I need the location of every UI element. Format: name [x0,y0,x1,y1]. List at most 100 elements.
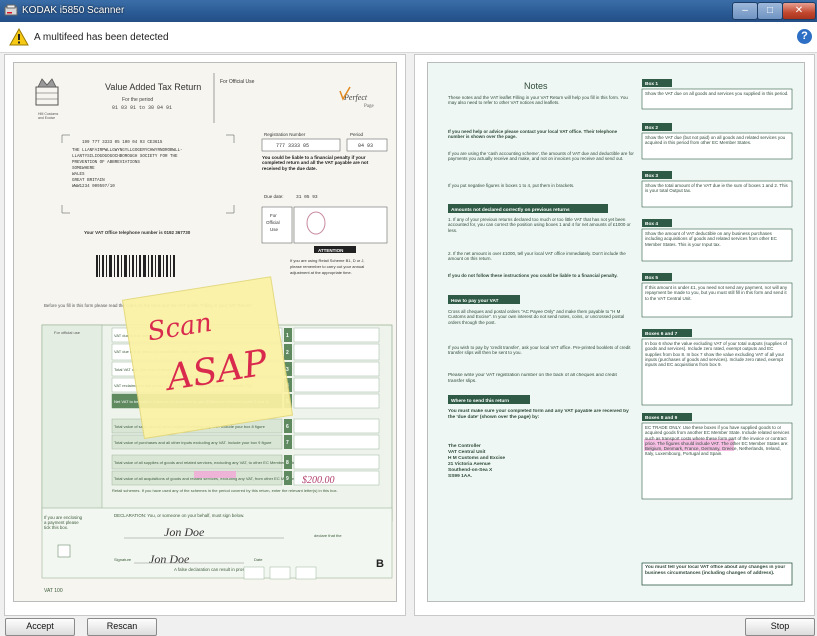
declaration-heading: DECLARATION: You, or someone on your beh… [114,513,244,518]
box-description: Show the amount of VAT deductible on any… [645,231,777,247]
svg-text:For: For [270,213,277,218]
address-line: THE LLANFAIRPWLLGWYNGYLLGOGERYCHWYRNDROB… [72,149,183,153]
vat-row-label: Total value of all supplies of goods and… [114,460,297,465]
address-line: WWW1234 009597/10 [72,184,115,189]
section-previous-returns: Amounts not declared correctly on previo… [451,207,570,213]
notes-intro: These notes and the VAT leaflet Filling … [448,95,628,106]
warning-icon [9,28,29,46]
rescan-button[interactable]: Rescan [87,618,157,636]
section2-para1: Cross all cheques and postal orders "AC … [448,309,625,325]
vat-box-number: 1 [286,333,289,339]
box-tag: Box 5 [645,275,658,281]
payment-tick-box [57,544,71,558]
svg-text:Use: Use [270,227,278,232]
address-line: H M Customs and Excise [448,455,505,461]
vat-box-number: 8 [286,460,289,466]
vat-form-back: Notes These notes and the VAT leaflet Fi… [448,79,793,586]
minimize-button[interactable]: – [732,2,758,20]
window-title: KODAK i5850 Scanner [22,5,125,16]
address-line: 199 777 3333 05 100 04 93 CE3615 [82,141,163,145]
address-line: VAT Central Unit [448,449,486,455]
svg-text:adjustment at the appropriate: adjustment at the appropriate time. [290,270,352,275]
section1-para2: 2. If the net amount is over £1000, tell… [448,251,626,262]
section2-para2: If you wish to pay by 'credit transfer',… [448,345,631,356]
svg-text:Date: Date [254,557,263,562]
box-tag: Box 4 [645,221,658,227]
for-period-label: For the period [122,97,153,103]
final-note: You must tell your local VAT office abou… [645,565,786,576]
period-label: Period [350,132,364,137]
action-bar: Accept Rescan Stop [0,618,817,636]
maximize-button[interactable]: □ [757,2,783,20]
help-icon[interactable]: ? [797,29,812,44]
vat-box-number: 6 [286,424,289,430]
scanner-app-icon [4,4,18,16]
section-where-to-send: Where to send this return [451,398,509,404]
stop-button[interactable]: Stop [745,618,815,636]
address-line: PREVENTION OF ABBREVIATIONS [72,161,140,165]
attention-label: ATTENTION [318,248,343,253]
vat-return-title: Value Added Tax Return [105,82,201,92]
box-tag: Box 1 [645,81,658,87]
box-tag: Box 2 [645,125,658,131]
front-page-scan: HM Customs and Excise Value Added Tax Re… [13,62,397,602]
address-line: 21 Victoria Avenue [448,461,491,467]
notes-cash: If you are using the 'cash accounting sc… [448,151,634,162]
form-number: VAT 100 [44,588,63,594]
svg-text:Signature: Signature [114,557,132,562]
box-description: Show the total amount of the VAT due ie … [645,183,788,194]
alert-bar: A multifeed has been detected ? [0,22,817,53]
corner-letter: B [376,558,384,570]
notes-help: If you need help or advice please contac… [448,129,618,140]
period-code: 04 93 [358,143,373,149]
section-how-to-pay: How to pay your VAT [451,298,499,304]
address-line: SOMEWHERE [72,167,95,171]
perfect-page-logo: Perfect [343,93,368,102]
crown-crest-icon [35,78,59,106]
reg-number: 777 3333 05 [276,143,309,149]
reg-number-label: Registration Number [264,132,306,137]
address-line: Southend-on-Sea X [448,467,493,473]
period-range: 01 03 91 to 30 04 91 [112,105,172,111]
section3-para1: You must make sure your completed form a… [448,409,629,420]
box-description: Show the VAT due (but not paid) on all g… [645,135,786,146]
vat-box-number: 2 [286,350,289,356]
box-description: In box 6 show the value excluding VAT of… [645,341,787,368]
svg-text:If you are using Retail Scheme: If you are using Retail Scheme B1, D or … [290,258,364,263]
svg-text:please remember to carry out y: please remember to carry out your annual [290,264,364,269]
vat-form-front: HM Customs and Excise Value Added Tax Re… [35,73,393,594]
official-use-label: For Official Use [220,79,255,85]
box-tag: Boxes 6 and 7 [645,331,678,337]
due-date: 31 05 93 [296,194,318,200]
close-button[interactable]: ✕ [782,2,816,20]
back-page-scan: Notes These notes and the VAT leaflet Fi… [427,62,805,602]
liable-warning: You could be liable to a financial penal… [262,155,369,171]
office-phone: Your VAT Office telephone number is 0192… [84,230,191,235]
svg-text:For official use: For official use [54,330,81,335]
left-image-pane[interactable]: HM Customs and Excise Value Added Tax Re… [4,54,406,616]
right-image-pane[interactable]: Notes These notes and the VAT leaflet Fi… [414,54,815,616]
box-description: Show the VAT due on all goods and servic… [645,91,789,96]
box-tag: Boxes 8 and 9 [645,415,678,421]
section1-para1: 1. If any of your previous returns decla… [448,217,631,233]
perfect-page-logo-sub: Page [364,104,375,109]
window-titlebar: KODAK i5850 Scanner – □ ✕ [0,0,817,22]
alert-message: A multifeed has been detected [34,32,169,43]
handwritten-amount: $200.00 [302,475,335,486]
accept-button[interactable]: Accept [5,618,75,636]
payment-tick-note: If you are enclosing a payment please ti… [44,515,83,530]
section1-para3: If you do not follow these instructions … [448,273,618,278]
vat-box-number: 3 [286,367,289,373]
address-line: WALES [72,173,85,177]
sticky-note: Scan ASAP [121,276,294,440]
address-line: The Controller [448,443,481,449]
barcode [96,255,175,277]
box-description: If this amount is under £1, you need not… [645,285,788,301]
notes-negative: If you put negative figures in boxes 1 t… [448,183,575,188]
address-line: SS99 1AA. [448,473,472,479]
box-tag: Box 3 [645,173,658,179]
address-line: GREAT BRITAIN [72,179,105,183]
svg-text:and Excise: and Excise [38,116,55,120]
vat-box-number: 7 [286,440,289,446]
vat-row-label: Total value of purchases and all other i… [114,440,272,445]
